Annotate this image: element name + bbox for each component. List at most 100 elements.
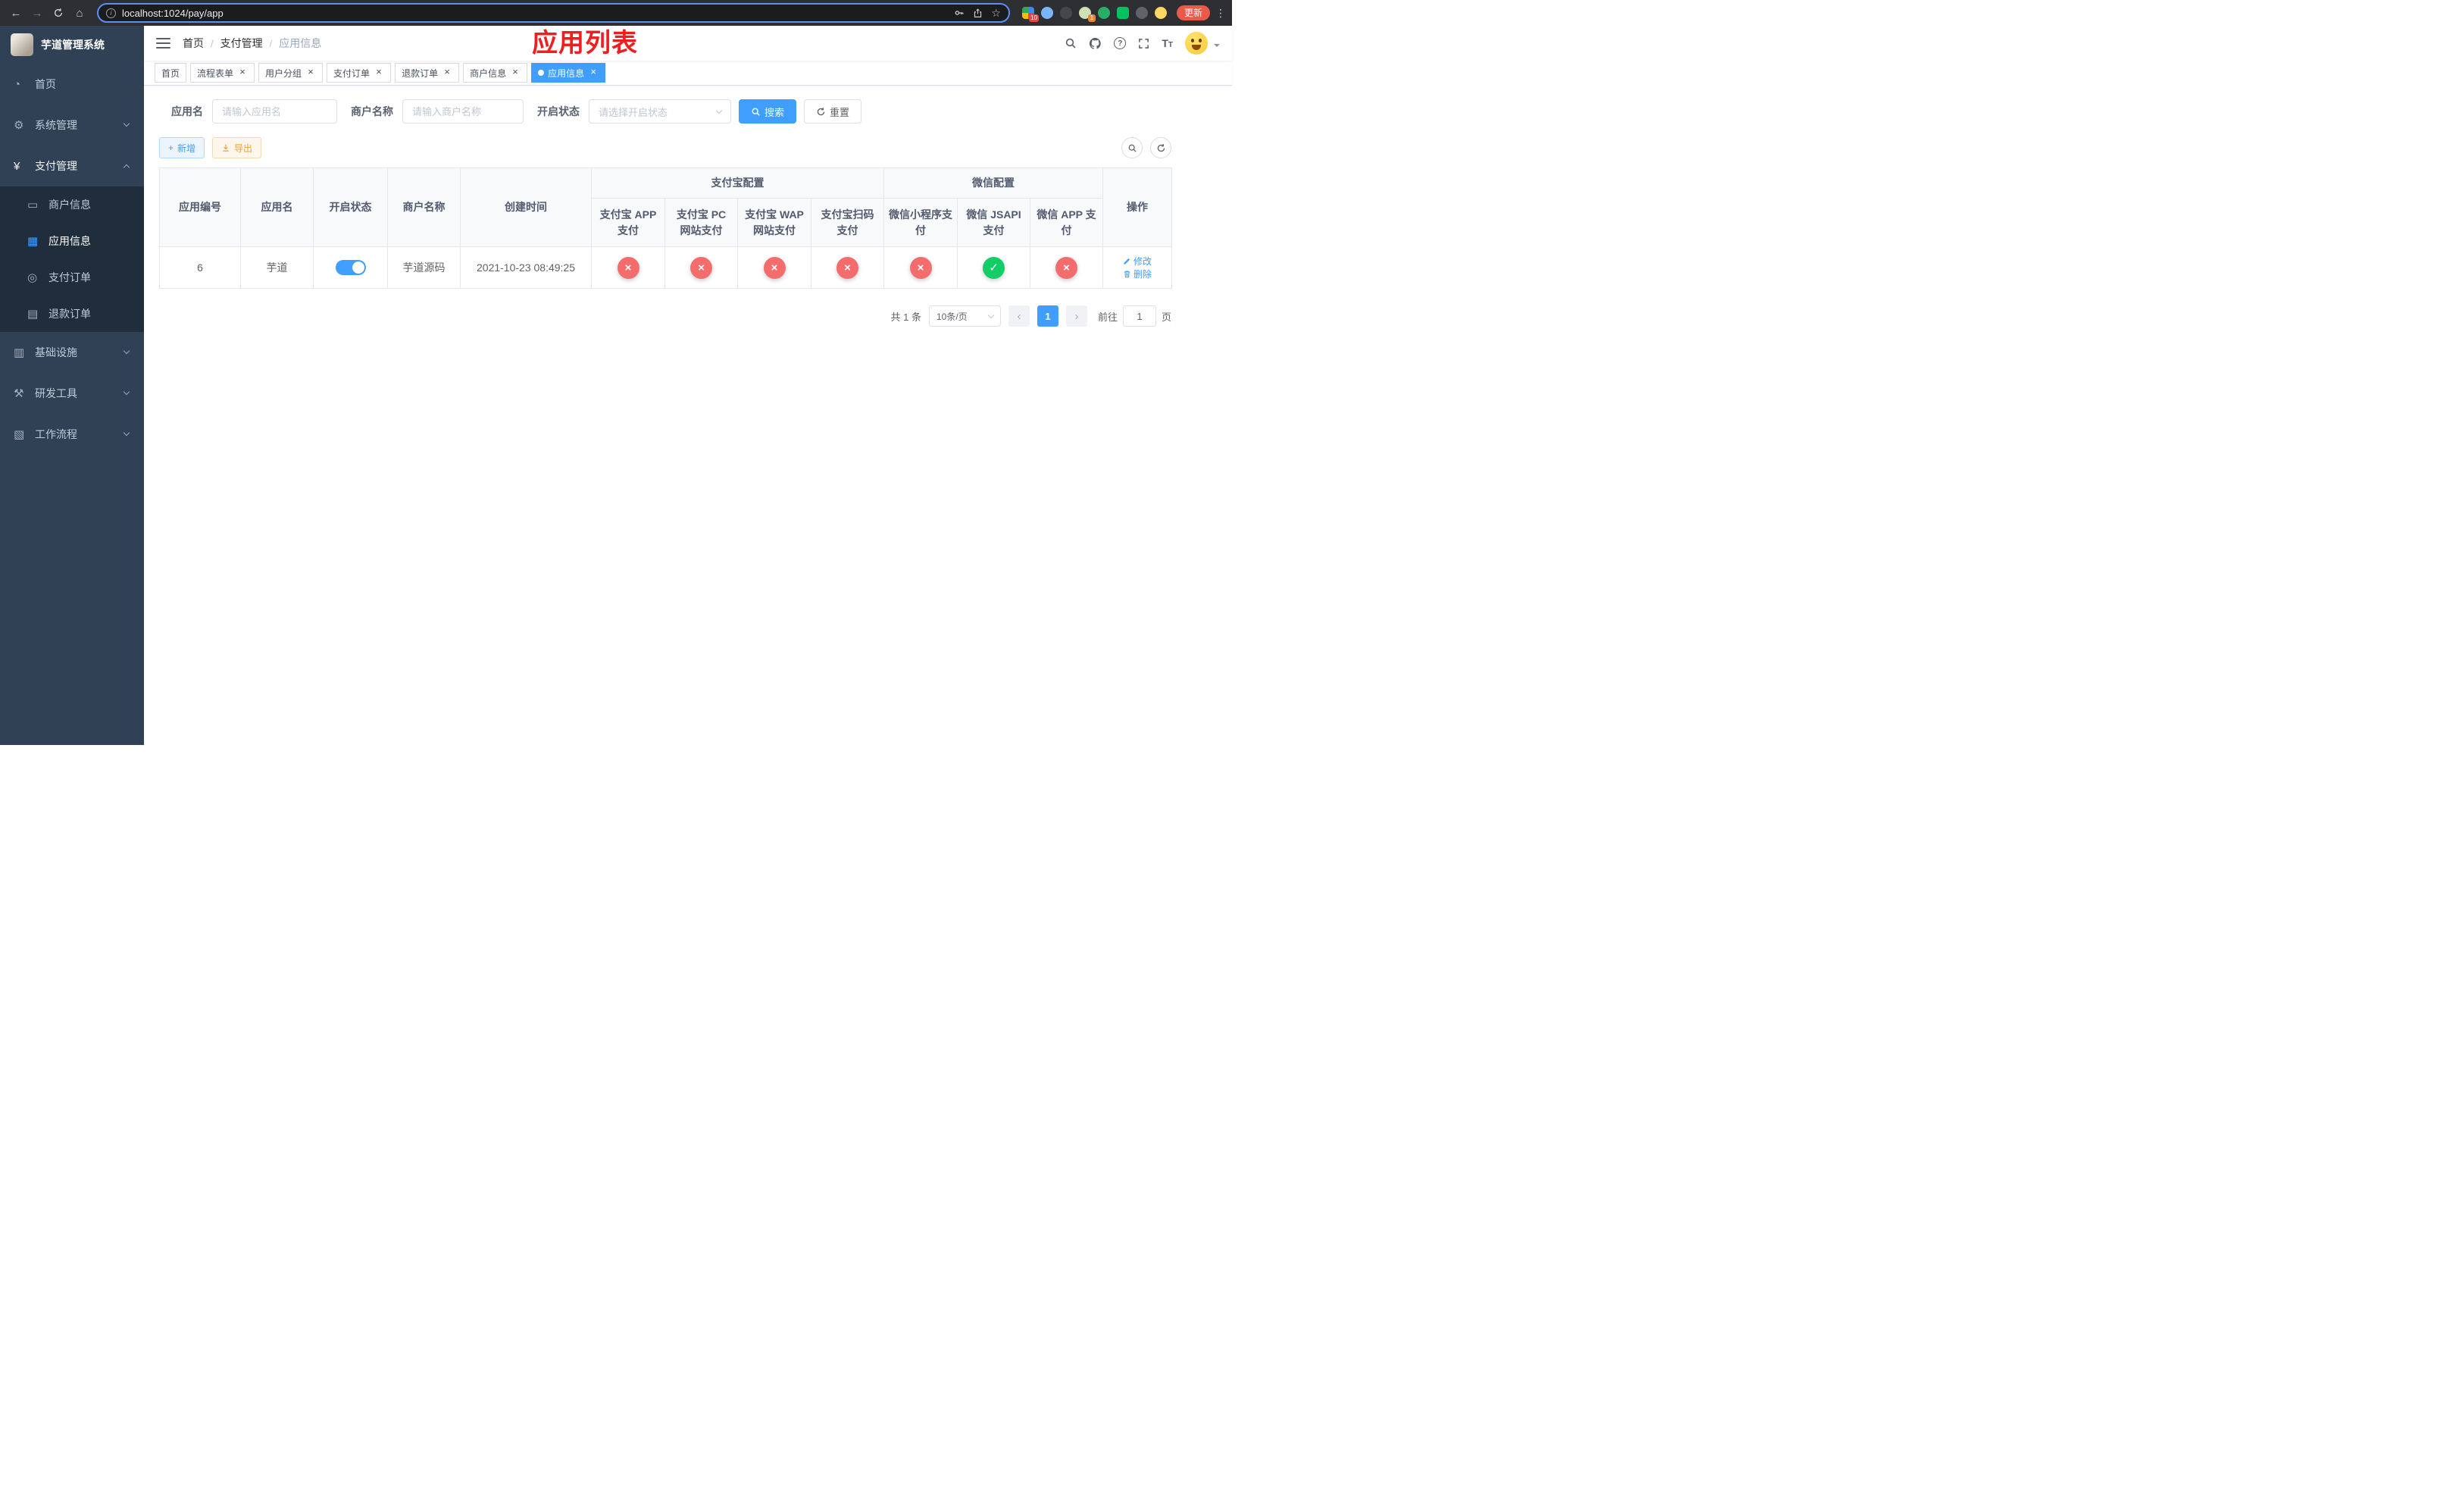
breadcrumb-item[interactable]: 首页 <box>183 36 204 51</box>
tab-item[interactable]: 商户信息 × <box>463 63 528 83</box>
delete-link[interactable]: 删除 <box>1123 268 1152 280</box>
app-name-input[interactable] <box>212 99 337 124</box>
flow-icon: ▧ <box>14 428 25 441</box>
sidebar-item-home[interactable]: ◔ 首页 <box>0 64 144 105</box>
export-button[interactable]: 导出 <box>212 137 262 158</box>
status-select[interactable]: 请选择开启状态 <box>589 99 731 124</box>
browser-extension-icon[interactable] <box>1040 7 1053 19</box>
column-header: 微信 APP 支付 <box>1030 198 1103 247</box>
goto-page-input[interactable] <box>1122 305 1156 327</box>
browser-extension-icon[interactable] <box>1154 7 1167 19</box>
page-number-button[interactable]: 1 <box>1037 305 1058 327</box>
sidebar-item-label: 商户信息 <box>48 199 91 211</box>
browser-extension-icon[interactable] <box>1059 7 1072 19</box>
browser-extension-icon[interactable]: 10 <box>1021 7 1039 22</box>
search-icon[interactable] <box>1065 37 1077 49</box>
column-header: 开启状态 <box>313 167 388 247</box>
forward-icon[interactable]: → <box>27 3 47 23</box>
dashboard-icon: ◔ <box>14 77 21 91</box>
tab-label: 首页 <box>161 67 180 79</box>
tab-item[interactable]: 支付订单 × <box>327 63 392 83</box>
prev-page-button[interactable]: ‹ <box>1008 305 1030 327</box>
tab-item[interactable]: 退款订单 × <box>395 63 460 83</box>
reset-button[interactable]: 重置 <box>804 99 862 124</box>
reset-button-label: 重置 <box>830 106 850 118</box>
sidebar-item-workflow[interactable]: ▧ 工作流程 <box>0 414 144 455</box>
password-key-icon[interactable] <box>954 8 965 18</box>
help-icon[interactable]: ? <box>1114 37 1127 49</box>
tab-item[interactable]: 流程表单 × <box>190 63 255 83</box>
browser-extension-icon[interactable]: 1 <box>1078 7 1096 22</box>
home-icon[interactable]: ⌂ <box>70 3 89 23</box>
browser-extensions: 10 1 <box>1021 7 1167 22</box>
goto-label: 前往 <box>1097 311 1118 323</box>
user-avatar[interactable] <box>1185 32 1208 55</box>
github-icon[interactable] <box>1089 37 1102 50</box>
back-icon[interactable]: ← <box>6 3 26 23</box>
logo-row[interactable]: 芋道管理系统 <box>0 26 144 64</box>
sidebar-item-app-info[interactable]: ▦ 应用信息 <box>0 223 144 259</box>
refresh-icon[interactable] <box>1150 137 1171 158</box>
next-page-button[interactable]: › <box>1065 305 1087 327</box>
sidebar-item-merchant-info[interactable]: ▭ 商户信息 <box>0 186 144 223</box>
sidebar-item-infrastructure[interactable]: ▥ 基础设施 <box>0 332 144 373</box>
enabled-toggle[interactable] <box>335 260 366 275</box>
reload-icon[interactable] <box>48 3 68 23</box>
tab-close-icon[interactable]: × <box>510 67 521 78</box>
toggle-search-icon[interactable] <box>1121 137 1143 158</box>
browser-toolbar: ← → ⌂ i localhost:1024/pay/app ☆ 10 1 更新… <box>0 0 1232 26</box>
share-icon[interactable] <box>973 8 983 18</box>
tab-item[interactable]: 用户分组 × <box>258 63 324 83</box>
tab-close-icon[interactable]: × <box>442 67 452 78</box>
hamburger-icon[interactable] <box>156 38 170 49</box>
yen-icon: ¥ <box>14 159 20 173</box>
browser-extension-icon[interactable] <box>1135 7 1148 19</box>
tags-view: 首页 流程表单 × 用户分组 × 支付订单 × 退款订单 × 商户信息 × 应用信息 × <box>144 61 1232 86</box>
sidebar-item-system[interactable]: ⚙ 系统管理 <box>0 105 144 146</box>
tab-close-icon[interactable]: × <box>374 67 384 78</box>
merchant-name-input[interactable] <box>402 99 524 124</box>
cell-pay-status: × <box>664 246 738 289</box>
browser-update-button[interactable]: 更新 <box>1176 5 1210 20</box>
page-title: 应用列表 <box>532 29 638 58</box>
table-row: 6 芋道 芋道源码 2021-10-23 08:49:25 × × × × × ✓ × 修改 删除 <box>159 246 1172 289</box>
add-button-label: 新增 <box>177 142 196 154</box>
sidebar-item-refund-order[interactable]: ▤ 退款订单 <box>0 296 144 332</box>
sidebar-item-dev-tools[interactable]: ⚒ 研发工具 <box>0 373 144 414</box>
disabled-cross-icon: × <box>1055 256 1077 279</box>
browser-menu-icon[interactable]: ⋮ <box>1215 7 1226 20</box>
font-size-icon[interactable]: TT <box>1162 38 1173 49</box>
cell-created-time: 2021-10-23 08:49:25 <box>460 246 592 289</box>
page-content: 应用名 商户名称 开启状态 请选择开启状态 搜索 重置 <box>144 86 1232 745</box>
cell-pay-status: × <box>883 246 958 289</box>
tab-item[interactable]: 首页 <box>155 63 187 83</box>
sidebar-item-label: 支付管理 <box>35 160 77 172</box>
search-button[interactable]: 搜索 <box>739 99 797 124</box>
app-title: 芋道管理系统 <box>41 39 105 51</box>
sidebar-item-payment[interactable]: ¥ 支付管理 <box>0 146 144 186</box>
active-dot <box>538 70 545 76</box>
breadcrumb-item[interactable]: 支付管理 <box>220 36 263 51</box>
page-size-select[interactable]: 10条/页 <box>928 305 1001 327</box>
bookmark-star-icon[interactable]: ☆ <box>991 8 1001 18</box>
site-info-icon[interactable]: i <box>106 8 116 18</box>
tab-item[interactable]: 应用信息 × <box>531 63 606 83</box>
sidebar-item-payment-order[interactable]: ◎ 支付订单 <box>0 259 144 296</box>
sidebar-item-label: 系统管理 <box>35 119 77 131</box>
tab-close-icon[interactable]: × <box>588 67 599 78</box>
omnibox-actions: ☆ <box>954 8 1001 18</box>
address-bar[interactable]: i localhost:1024/pay/app ☆ <box>97 3 1010 23</box>
avatar-caret-icon[interactable] <box>1214 44 1220 50</box>
plus-icon: + <box>168 142 174 153</box>
fullscreen-icon[interactable] <box>1138 38 1149 49</box>
cell-operations: 修改 删除 <box>1102 246 1172 289</box>
browser-extension-icon[interactable] <box>1116 7 1129 19</box>
chevron-down-icon <box>987 311 995 318</box>
edit-link[interactable]: 修改 <box>1123 255 1152 268</box>
tab-close-icon[interactable]: × <box>237 67 248 78</box>
tab-close-icon[interactable]: × <box>305 67 316 78</box>
add-button[interactable]: + 新增 <box>159 137 205 158</box>
cell-pay-status: × <box>1030 246 1103 289</box>
browser-extension-icon[interactable] <box>1097 7 1110 19</box>
cell-pay-status: ✓ <box>957 246 1030 289</box>
